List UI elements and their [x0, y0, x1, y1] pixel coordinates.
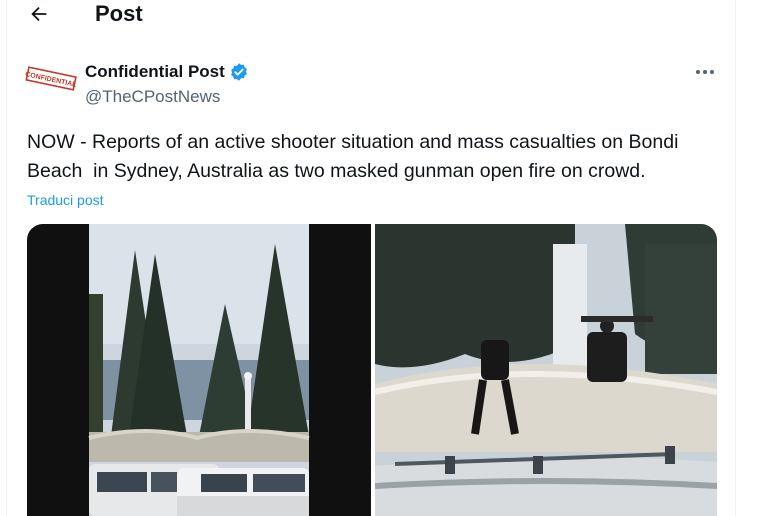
media-image-2-graphic	[375, 224, 717, 516]
author-handle[interactable]: @TheCPostNews	[85, 87, 220, 107]
media-image-2[interactable]	[375, 224, 717, 516]
avatar[interactable]: CONFIDENTIAL	[23, 64, 79, 94]
more-horizontal-icon	[696, 70, 714, 74]
page-title: Post	[95, 1, 143, 26]
tweet-text: NOW - Reports of an active shooter situa…	[27, 131, 684, 182]
verified-badge-icon	[230, 63, 247, 81]
media-image-1-graphic	[27, 224, 371, 516]
post-header: Post	[7, 0, 735, 34]
author-row: CONFIDENTIAL Confidential Post @TheCPost…	[7, 58, 735, 112]
confidential-stamp-logo: CONFIDENTIAL	[25, 66, 78, 91]
more-options-button[interactable]	[691, 62, 719, 82]
translate-post-link[interactable]: Traduci post	[27, 192, 104, 208]
media-grid	[27, 224, 717, 516]
author-display-name[interactable]: Confidential Post	[85, 62, 249, 82]
media-image-1[interactable]	[27, 224, 371, 516]
svg-text:CONFIDENTIAL: CONFIDENTIAL	[25, 71, 78, 89]
arrow-left-icon	[31, 6, 47, 22]
display-name-text: Confidential Post	[85, 62, 225, 81]
post-column: Post CONFIDENTIAL Confidential Post @The…	[6, 0, 736, 516]
back-button[interactable]	[25, 1, 53, 27]
